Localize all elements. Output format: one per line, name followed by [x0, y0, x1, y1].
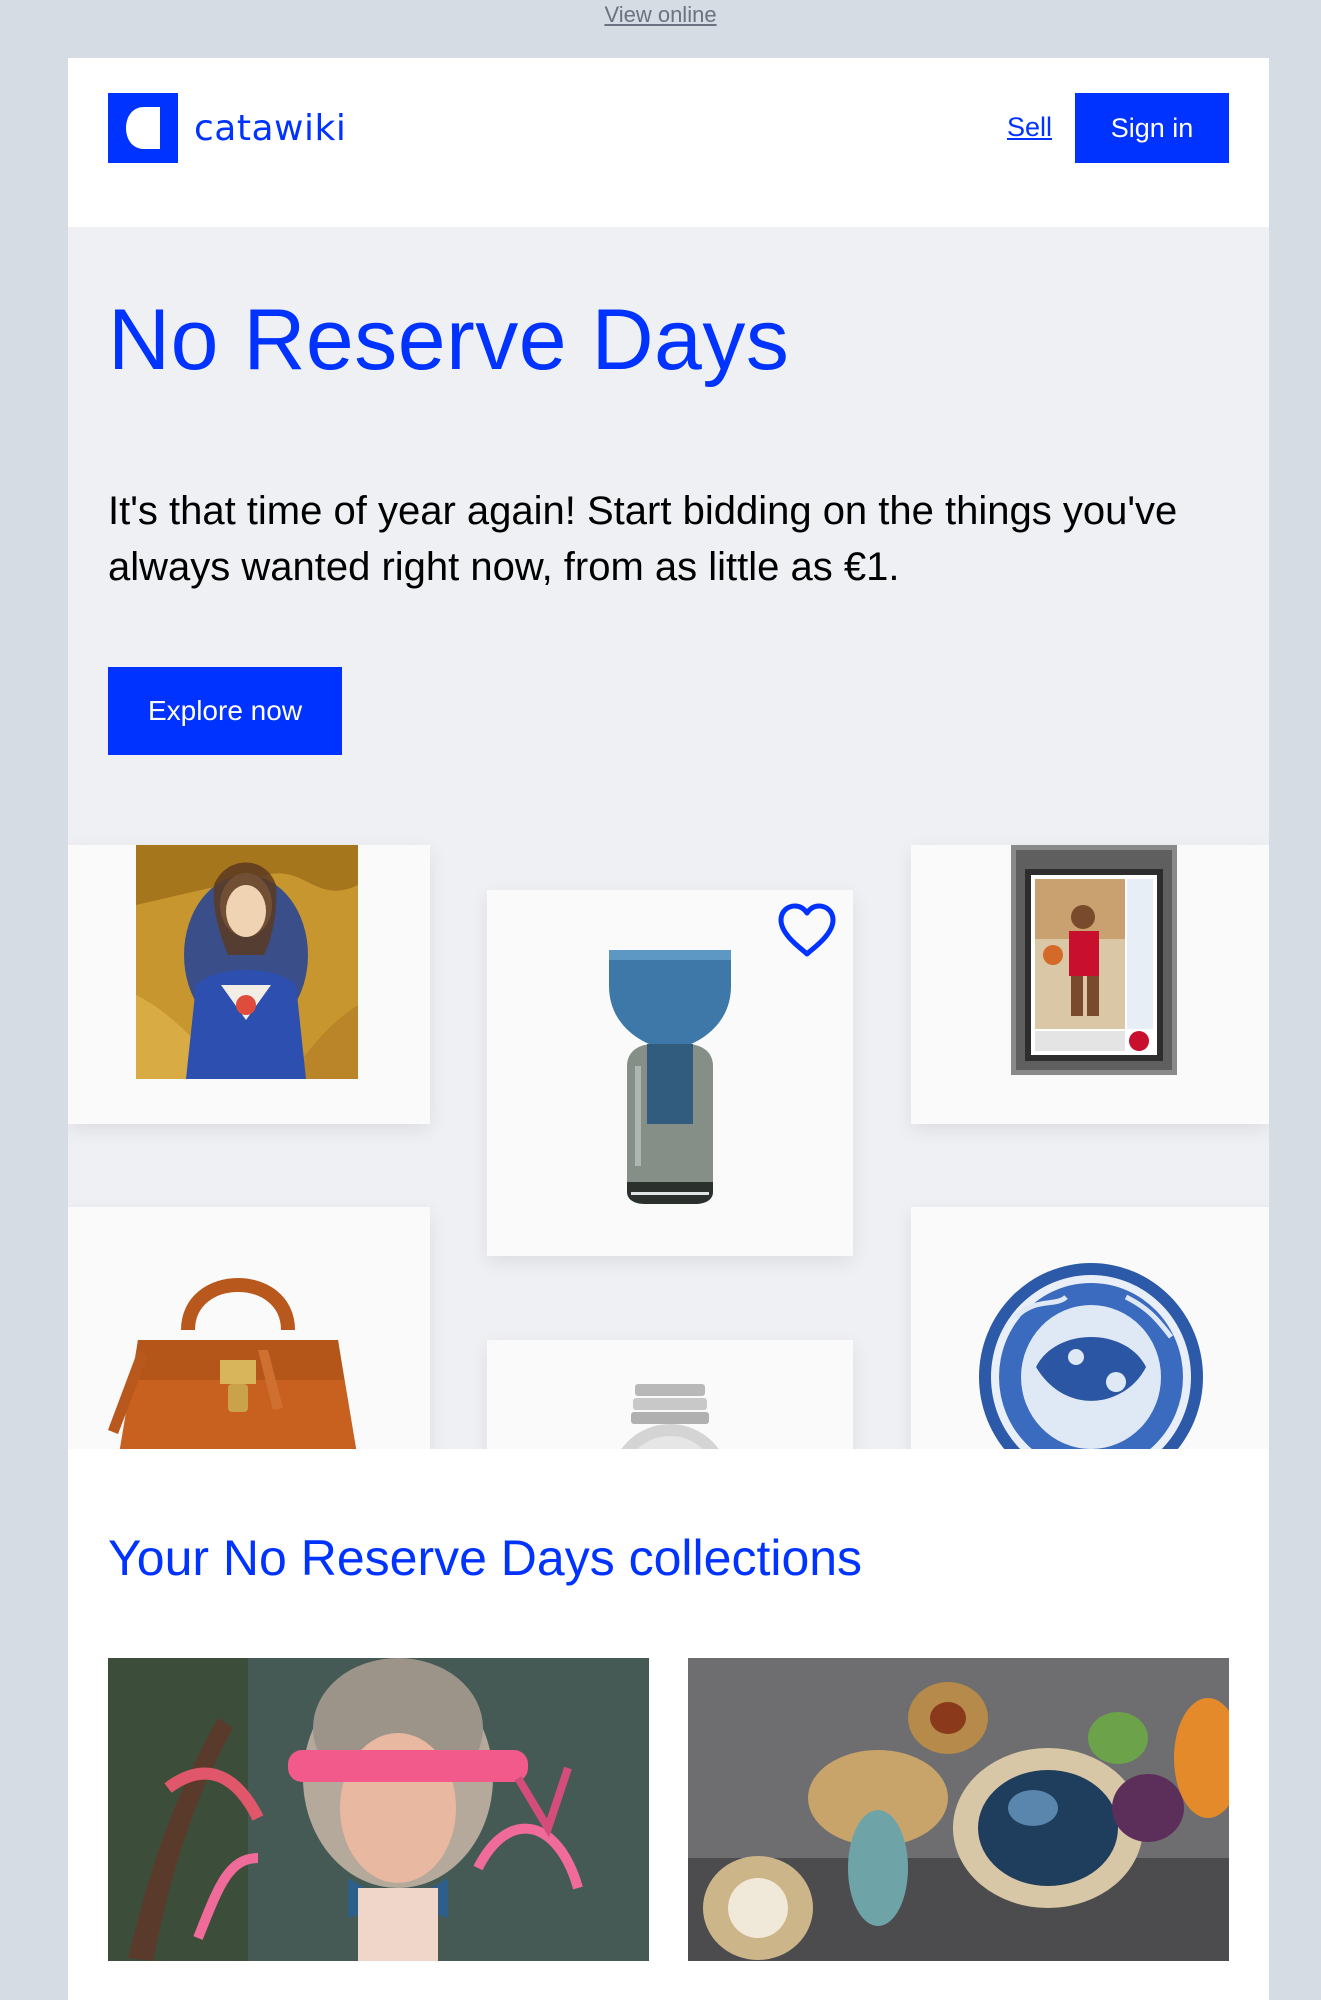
- product-tile-plate[interactable]: [911, 1207, 1269, 1449]
- email-card: catawiki Sell Sign in No Reserve Days It…: [68, 58, 1269, 2000]
- hero-section: No Reserve Days It's that time of year a…: [68, 227, 1269, 1449]
- view-online-link[interactable]: View online: [604, 2, 716, 27]
- jewellery-rings-image: [688, 1658, 1229, 1961]
- watch-image: [621, 1384, 719, 1449]
- painting-image: [136, 845, 358, 1079]
- portrait-painting-image: [108, 1658, 649, 1961]
- explore-now-button[interactable]: Explore now: [108, 667, 342, 755]
- hero-text: It's that time of year again! Start bidd…: [108, 489, 1178, 589]
- collection-card-art[interactable]: [108, 1658, 649, 1961]
- heart-icon[interactable]: [776, 902, 838, 960]
- sign-in-button[interactable]: Sign in: [1075, 93, 1229, 163]
- collections-title: Your No Reserve Days collections: [108, 1530, 863, 1586]
- product-tile-vase[interactable]: [487, 890, 853, 1256]
- brand-name: catawiki: [194, 107, 347, 149]
- header: catawiki Sell Sign in: [68, 58, 1269, 227]
- vase-image: [609, 950, 731, 1204]
- view-online-bar: View online: [0, 0, 1321, 58]
- handbag-image: [108, 1278, 357, 1449]
- porcelain-plate-image: [979, 1263, 1203, 1449]
- collection-card-jewellery[interactable]: [688, 1658, 1229, 1961]
- product-tile-card[interactable]: [911, 845, 1269, 1124]
- sell-link[interactable]: Sell: [1007, 112, 1052, 143]
- collections-section: Your No Reserve Days collections: [68, 1449, 1269, 2000]
- product-tile-painting[interactable]: [68, 845, 430, 1124]
- product-tile-watch[interactable]: [487, 1340, 853, 1449]
- hero-title: No Reserve Days: [108, 292, 790, 388]
- basketball-card-image: [1011, 845, 1177, 1075]
- brand-logo[interactable]: catawiki: [108, 93, 346, 163]
- catawiki-logo-icon: [108, 93, 178, 163]
- product-tile-bag[interactable]: [68, 1207, 430, 1449]
